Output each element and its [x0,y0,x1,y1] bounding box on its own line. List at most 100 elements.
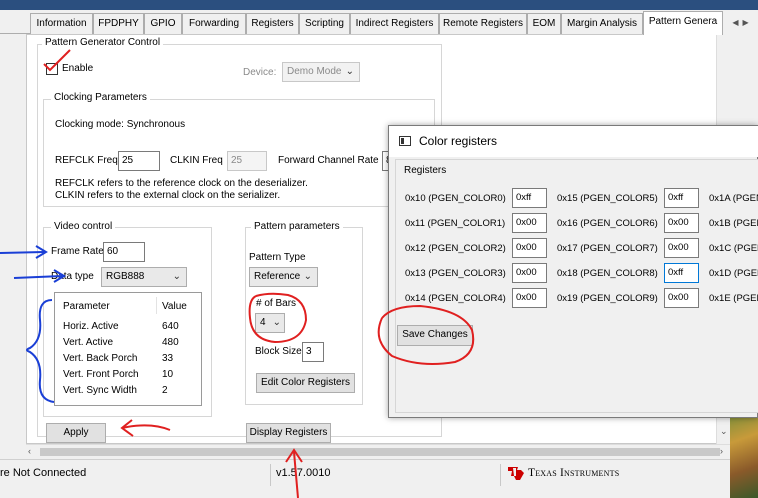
register-label: 0x1A (PGEN [709,193,758,204]
scroll-down-icon[interactable]: ⌄ [720,426,728,437]
register-input-focused[interactable]: 0xff [664,263,699,283]
color-registers-dialog: Color registers Registers 0x10 (PGEN_COL… [388,125,758,418]
register-input[interactable]: 0x00 [664,288,699,308]
table-row-param: Vert. Sync Width [63,385,137,396]
register-input[interactable]: 0x00 [664,213,699,233]
pattern-type-select[interactable]: Reference ⌄ [249,267,318,287]
video-parameter-table: Parameter Value Horiz. Active 640 Vert. … [54,292,202,406]
block-size-label: Block Size [255,346,302,357]
tab-gpio[interactable]: GPIO [144,13,182,34]
register-label: 0x12 (PGEN_COLOR2) [405,243,506,254]
bars-value: 4 [260,317,266,328]
apply-button[interactable]: Apply [46,423,106,443]
register-label: 0x15 (PGEN_COLOR5) [557,193,658,204]
register-label: 0x18 (PGEN_COLOR8) [557,268,658,279]
table-row-param: Vert. Active [63,337,114,348]
scroll-right-icon[interactable]: › [720,446,723,456]
pattern-type-value: Reference [254,271,301,282]
group-title-pattern-generator: Pattern Generator Control [42,37,164,48]
data-type-select[interactable]: RGB888 ⌄ [101,267,187,287]
tab-remote-registers[interactable]: Remote Registers [439,13,527,34]
frame-rate-label: Frame Rate [51,246,104,257]
table-header-value: Value [162,301,187,312]
forward-channel-rate-label: Forward Channel Rate [278,155,379,166]
chevron-left-icon[interactable]: ◀ [732,18,738,27]
clocking-mode-text: Clocking mode: Synchronous [55,119,186,130]
dialog-title-bar: Color registers [389,126,758,157]
scroll-left-icon[interactable]: ‹ [28,446,31,456]
device-select-value: Demo Mode [287,66,342,77]
group-title-video-control: Video control [51,221,116,232]
tab-information[interactable]: Information [30,13,93,34]
tab-forwarding[interactable]: Forwarding [182,13,246,34]
register-input[interactable]: 0x00 [512,263,547,283]
table-row-param: Vert. Back Porch [63,353,138,364]
save-changes-button[interactable]: Save Changes [397,325,473,346]
status-separator [270,464,271,486]
register-input[interactable]: 0x00 [512,213,547,233]
register-label: 0x1C (PGEN [709,243,758,254]
register-input[interactable]: 0xff [664,188,699,208]
table-row-value: 480 [162,337,179,348]
clkin-note: CLKIN refers to the external clock on th… [55,190,281,201]
horizontal-scroll-thumb[interactable] [40,448,720,456]
register-label: 0x17 (PGEN_COLOR7) [557,243,658,254]
table-row-param: Horiz. Active [63,321,119,332]
dialog-title: Color registers [419,134,498,148]
table-row-value: 2 [162,385,168,396]
status-separator [500,464,501,486]
enable-checkbox[interactable] [46,63,58,75]
enable-label: Enable [62,63,94,74]
table-row-value: 33 [162,353,174,364]
tab-margin-analysis[interactable]: Margin Analysis [561,13,643,34]
window-icon-mark [401,138,404,144]
frame-rate-input[interactable]: 60 [103,242,145,262]
tab-fpdphy[interactable]: FPDPHY [93,13,144,34]
refclk-label: REFCLK Freq [55,155,118,166]
status-bar: re Not Connected v1.57.0010 Texas Instru… [0,459,758,498]
edit-color-registers-button[interactable]: Edit Color Registers [256,373,355,393]
registers-group-title: Registers [404,165,447,176]
data-type-value: RGB888 [106,271,145,282]
block-size-input[interactable]: 3 [302,342,324,362]
table-header-parameter: Parameter [63,301,110,312]
data-type-label: Data type [51,271,94,282]
group-title-pattern-parameters: Pattern parameters [251,221,343,232]
tab-indirect-registers[interactable]: Indirect Registers [350,13,439,34]
ti-logo-icon [508,467,524,480]
bars-label: # of Bars [256,298,297,309]
refclk-input[interactable]: 25 [118,151,160,171]
registers-group: Registers 0x10 (PGEN_COLOR0) 0xff 0x11 (… [395,159,758,413]
clkin-input[interactable]: 25 [227,151,267,171]
tab-bar: Information FPDPHY GPIO Forwarding Regis… [0,10,758,35]
tab-scripting[interactable]: Scripting [299,13,350,34]
register-input[interactable]: 0x00 [664,238,699,258]
pattern-type-label: Pattern Type [249,252,306,263]
window-title-bar [0,0,758,10]
device-select[interactable]: Demo Mode ⌄ [282,62,360,82]
tab-registers[interactable]: Registers [246,13,299,34]
register-label: 0x14 (PGEN_COLOR4) [405,293,506,304]
register-label: 0x10 (PGEN_COLOR0) [405,193,506,204]
tab-scroll-arrows[interactable]: ◀ ▶ [723,13,758,34]
register-input[interactable]: 0x00 [512,288,547,308]
tab-pattern-generator[interactable]: Pattern Genera [643,11,723,35]
register-input[interactable]: 0xff [512,188,547,208]
chevron-down-icon: ⌄ [172,271,181,282]
table-row-value: 640 [162,321,179,332]
register-input[interactable]: 0x00 [512,238,547,258]
refclk-note: REFCLK refers to the reference clock on … [55,178,308,189]
horizontal-scrollbar[interactable]: ‹ › [26,444,732,459]
header-divider [156,297,157,314]
chevron-down-icon: ⌄ [345,66,354,77]
bars-select[interactable]: 4 ⌄ [255,313,285,333]
chevron-down-icon: ⌄ [303,271,312,282]
table-row-value: 10 [162,369,174,380]
display-registers-button[interactable]: Display Registers [246,423,331,443]
tab-eom[interactable]: EOM [527,13,561,34]
chevron-right-icon[interactable]: ▶ [743,18,749,27]
register-label: 0x11 (PGEN_COLOR1) [405,218,506,229]
group-title-clocking: Clocking Parameters [51,92,150,103]
register-label: 0x1B (PGEN [709,218,758,229]
register-label: 0x19 (PGEN_COLOR9) [557,293,658,304]
